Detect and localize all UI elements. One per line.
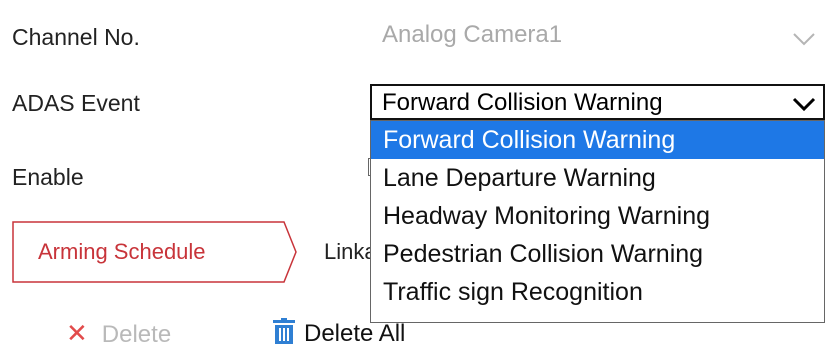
chevron-down-icon xyxy=(792,26,816,54)
tab-arming-schedule[interactable]: Arming Schedule xyxy=(12,221,297,283)
adas-event-dropdown: Forward Collision Warning Lane Departure… xyxy=(370,120,825,323)
delete-button[interactable]: ✕ Delete xyxy=(66,318,171,349)
tab-arming-schedule-label: Arming Schedule xyxy=(38,239,206,264)
tab-linkage-method[interactable]: Linkage Method xyxy=(324,239,370,265)
enable-label: Enable xyxy=(12,164,84,190)
adas-event-select[interactable]: Forward Collision Warning xyxy=(370,84,825,120)
x-icon: ✕ xyxy=(66,318,88,348)
adas-event-select-value: Forward Collision Warning xyxy=(382,89,663,116)
adas-event-label: ADAS Event xyxy=(12,90,140,116)
channel-label: Channel No. xyxy=(12,24,140,50)
option-forward-collision-warning[interactable]: Forward Collision Warning xyxy=(371,121,824,159)
delete-all-button-label: Delete All xyxy=(304,320,406,347)
trash-icon xyxy=(272,318,296,351)
option-lane-departure-warning[interactable]: Lane Departure Warning xyxy=(371,159,824,197)
chevron-down-icon[interactable] xyxy=(791,92,817,120)
channel-select: Analog Camera1 xyxy=(370,14,818,58)
option-pedestrian-collision-warning[interactable]: Pedestrian Collision Warning xyxy=(371,235,824,273)
delete-button-label: Delete xyxy=(101,321,172,348)
delete-all-button[interactable]: Delete All xyxy=(272,318,405,351)
channel-select-value: Analog Camera1 xyxy=(382,21,563,48)
option-traffic-sign-recognition[interactable]: Traffic sign Recognition xyxy=(371,273,824,311)
option-headway-monitoring-warning[interactable]: Headway Monitoring Warning xyxy=(371,197,824,235)
